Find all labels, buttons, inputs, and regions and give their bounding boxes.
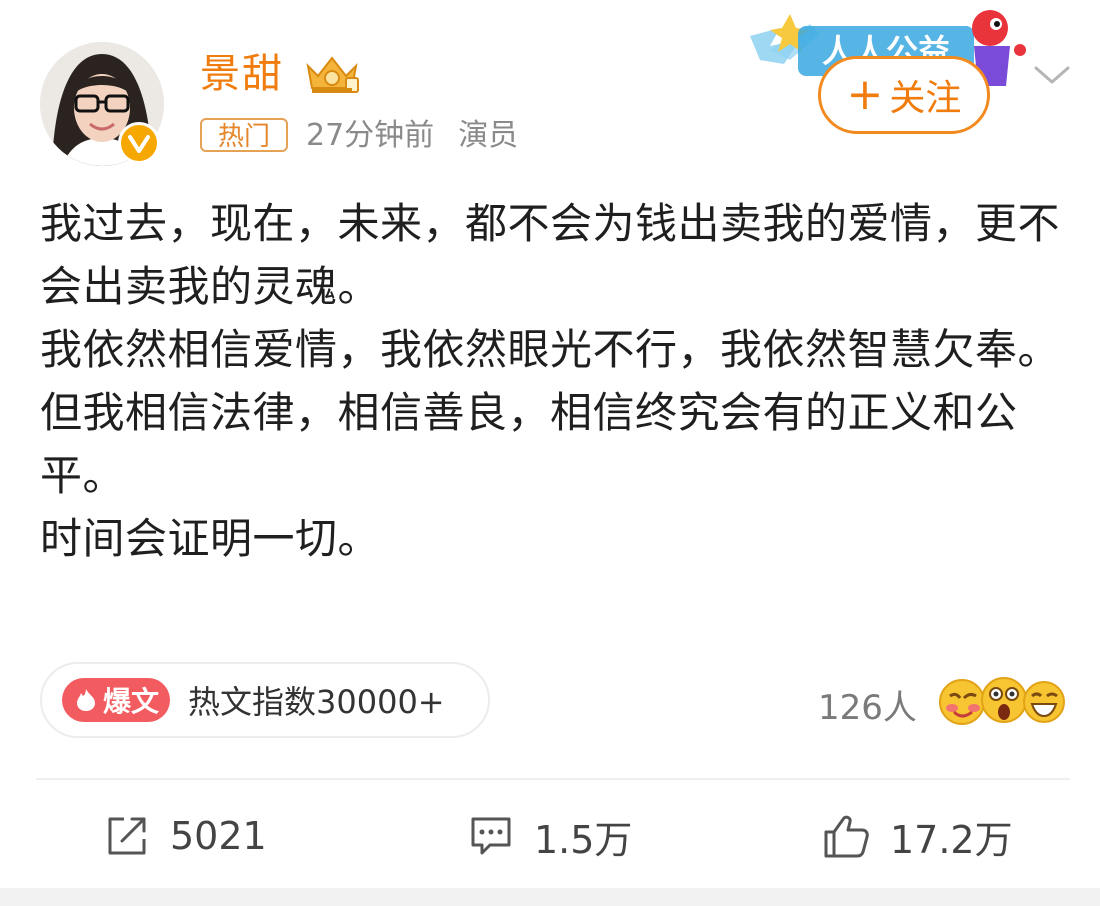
- repost-button[interactable]: 5021: [104, 808, 267, 864]
- plus-icon: +: [846, 69, 884, 120]
- reaction-emojis[interactable]: [936, 672, 1066, 728]
- hot-tag: 热门: [200, 118, 288, 152]
- repost-count: 5021: [170, 814, 267, 858]
- comment-button[interactable]: 1.5万: [468, 808, 632, 864]
- post-paragraph: 但我相信法律，相信善良，相信终究会有的正义和公平。: [40, 388, 1018, 500]
- username[interactable]: 景甜: [200, 48, 284, 100]
- baowen-badge: 爆文: [62, 678, 170, 722]
- thumbs-up-icon: [824, 815, 869, 858]
- like-count: 17.2万: [890, 817, 1013, 862]
- post-paragraph: 时间会证明一切。: [40, 514, 381, 563]
- baowen-label: 爆文: [102, 685, 159, 718]
- follow-button[interactable]: + 关注: [818, 56, 990, 134]
- user-role: 演员: [458, 118, 519, 153]
- crown-icon: [306, 56, 359, 93]
- post-paragraph: 我过去，现在，未来，都不会为钱出卖我的爱情，更不会出卖我的灵魂。: [40, 199, 1061, 311]
- comment-count: 1.5万: [534, 817, 633, 862]
- verified-badge-icon: [118, 122, 160, 164]
- post-time: 27分钟前: [306, 118, 435, 153]
- hot-index-text: 热文指数30000+: [188, 683, 445, 721]
- shocked-emoji-icon: [981, 677, 1027, 723]
- chevron-down-icon[interactable]: [1030, 60, 1074, 90]
- comment-icon: [471, 817, 511, 855]
- reaction-count[interactable]: 126人: [818, 680, 917, 729]
- post-paragraph: 我依然相信爱情，我依然眼光不行，我依然智慧欠奉。: [40, 325, 1061, 374]
- post-meta: 27分钟前 演员: [306, 114, 518, 158]
- blush-emoji-icon: [939, 679, 985, 725]
- divider: [36, 778, 1070, 780]
- flame-icon: [76, 689, 95, 711]
- like-button[interactable]: 17.2万: [822, 808, 1013, 864]
- repost-icon: [108, 817, 146, 855]
- bottom-separator: [0, 888, 1100, 906]
- grin-emoji-icon: [1023, 681, 1065, 723]
- follow-button-label: 关注: [889, 78, 962, 119]
- hot-article-pill[interactable]: 爆文 热文指数30000+: [40, 662, 490, 738]
- post-text: 我过去，现在，未来，都不会为钱出卖我的爱情，更不会出卖我的灵魂。 我依然相信爱情…: [40, 192, 1060, 570]
